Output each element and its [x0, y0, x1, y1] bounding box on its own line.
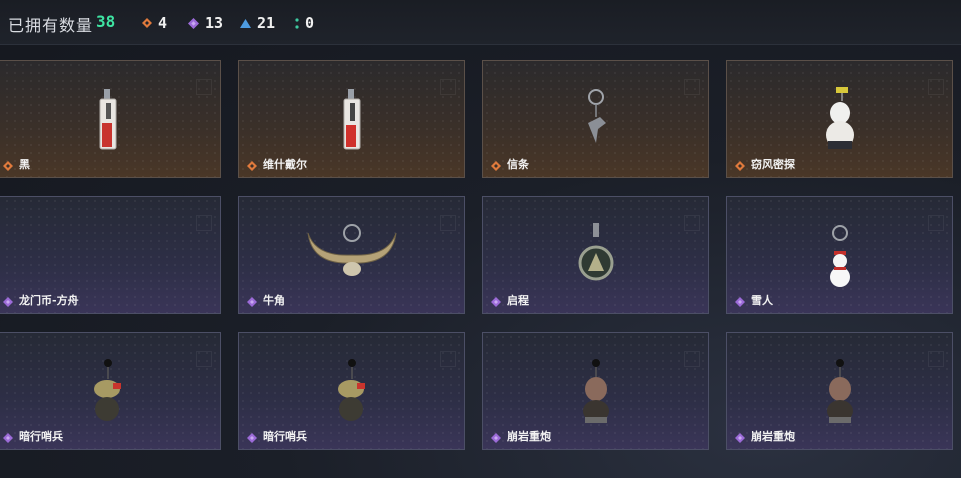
item-name: 信条: [507, 158, 529, 171]
item-card[interactable]: 黑: [0, 60, 221, 178]
purple-rarity-icon: [3, 297, 13, 307]
item-card[interactable]: 牛角: [238, 196, 465, 314]
owned-count: 38: [96, 12, 116, 31]
stat-orange-value: 4: [158, 14, 168, 32]
purple-rarity-icon: [247, 297, 257, 307]
lighter-charm-icon: [343, 89, 360, 150]
stat-blue-value: 21: [257, 14, 276, 32]
item-card[interactable]: 启程: [482, 196, 709, 314]
stat-green-value: 0: [305, 14, 315, 32]
bird-charm-icon: [587, 89, 606, 143]
stat-blue: 21: [240, 13, 275, 33]
green-dots-icon: [295, 17, 299, 29]
horn-charm-icon: [307, 224, 396, 276]
sentinel-charm-icon: [93, 359, 121, 421]
item-name: 雪人: [751, 294, 773, 307]
figure-charm-icon: [825, 87, 854, 149]
item-name: 窃风密探: [751, 158, 795, 171]
item-card[interactable]: 雪人: [726, 196, 953, 314]
item-card[interactable]: 龙门币-方舟: [0, 196, 221, 314]
orange-diamond-icon: [142, 18, 152, 28]
orange-rarity-icon: [3, 161, 13, 171]
orange-rarity-icon: [491, 161, 501, 171]
blue-triangle-icon: [240, 18, 251, 28]
purple-rarity-icon: [491, 433, 501, 443]
stat-purple: 13: [188, 13, 223, 33]
purple-rarity-icon: [735, 433, 745, 443]
item-card[interactable]: 暗行哨兵: [0, 332, 221, 450]
item-name: 启程: [507, 294, 529, 307]
sentinel-charm-icon: [337, 359, 365, 421]
item-name: 暗行哨兵: [263, 430, 307, 443]
orange-rarity-icon: [735, 161, 745, 171]
purple-rarity-icon: [247, 433, 257, 443]
item-card[interactable]: 信条: [482, 60, 709, 178]
lighter-charm-icon: [99, 89, 116, 150]
item-name: 维什戴尔: [263, 158, 307, 171]
item-name: 崩岩重炮: [751, 430, 795, 443]
snowman-charm-icon: [829, 225, 850, 287]
purple-diamond-icon: [188, 17, 199, 29]
item-name: 崩岩重炮: [507, 430, 551, 443]
purple-rarity-icon: [735, 297, 745, 307]
gunner-charm-icon: [582, 359, 609, 423]
item-card[interactable]: 维什戴尔: [238, 60, 465, 178]
stat-green: 0: [295, 13, 314, 33]
medal-charm-icon: [578, 223, 613, 281]
item-card[interactable]: 窃风密探: [726, 60, 953, 178]
item-name: 牛角: [263, 294, 285, 307]
stat-purple-value: 13: [205, 14, 224, 32]
owned-label: 已拥有数量: [8, 16, 94, 35]
item-card[interactable]: 崩岩重炮: [726, 332, 953, 450]
item-card[interactable]: 暗行哨兵: [238, 332, 465, 450]
item-name: 黑: [19, 158, 30, 171]
purple-rarity-icon: [491, 297, 501, 307]
orange-rarity-icon: [247, 161, 257, 171]
gunner-charm-icon: [826, 359, 853, 423]
item-name: 暗行哨兵: [19, 430, 63, 443]
stat-orange: 4: [142, 13, 167, 33]
item-card[interactable]: 崩岩重炮: [482, 332, 709, 450]
purple-rarity-icon: [3, 433, 13, 443]
item-name: 龙门币-方舟: [19, 294, 79, 307]
inventory-header: 已拥有数量 38 4 13 21 0: [0, 0, 961, 45]
